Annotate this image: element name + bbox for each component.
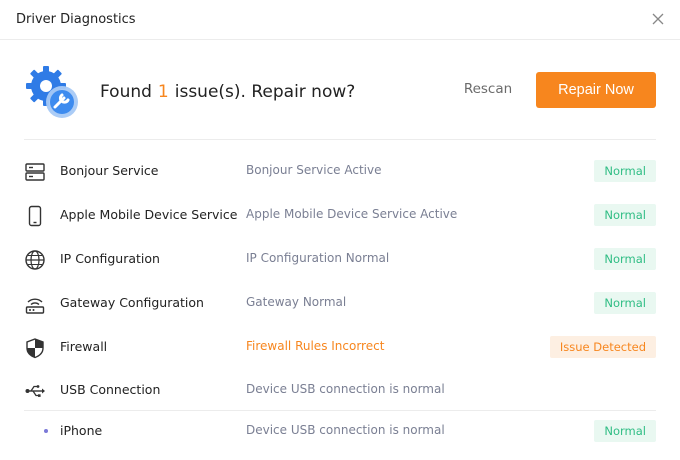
list-item-usb-connection: USB Connection Device USB connection is … bbox=[0, 368, 680, 412]
status-badge: Normal bbox=[594, 292, 656, 314]
title-bar: Driver Diagnostics bbox=[0, 0, 680, 40]
summary-header: Found 1 issue(s). Repair now? Rescan Repai… bbox=[0, 40, 680, 140]
item-name: Bonjour Service bbox=[60, 163, 159, 178]
shield-icon bbox=[26, 338, 44, 359]
item-description: IP Configuration Normal bbox=[246, 251, 390, 265]
status-badge-issue: Issue Detected bbox=[549, 336, 656, 358]
status-badge: Normal bbox=[594, 204, 656, 226]
gear-wrench-icon bbox=[26, 66, 78, 118]
item-description: Gateway Normal bbox=[246, 295, 347, 309]
mobile-phone-icon bbox=[28, 205, 42, 227]
item-name: Apple Mobile Device Service bbox=[60, 207, 238, 222]
status-badge: Normal bbox=[594, 160, 656, 182]
headline-suffix: issue(s). Repair now? bbox=[174, 82, 356, 102]
item-description: Device USB connection is normal bbox=[246, 423, 445, 437]
repair-now-button[interactable]: Repair Now bbox=[536, 72, 656, 108]
item-name: Firewall bbox=[60, 339, 108, 354]
item-description: Bonjour Service Active bbox=[246, 163, 382, 177]
item-name: USB Connection bbox=[60, 382, 161, 397]
list-item-ip-configuration: IP Configuration IP Configuration Normal… bbox=[0, 237, 680, 281]
list-item-apple-mobile-device-service: Apple Mobile Device Service Apple Mobile… bbox=[0, 193, 680, 237]
item-name: Gateway Configuration bbox=[60, 295, 204, 310]
globe-icon bbox=[25, 250, 45, 270]
header-divider bbox=[24, 139, 656, 140]
list-item-firewall: Firewall Firewall Rules Incorrect Issue … bbox=[0, 325, 680, 369]
window-title: Driver Diagnostics bbox=[16, 12, 136, 27]
item-description: Firewall Rules Incorrect bbox=[246, 339, 385, 353]
summary-headline: Found 1 issue(s). Repair now? bbox=[100, 82, 355, 102]
item-description: Device USB connection is normal bbox=[246, 382, 445, 396]
driver-diagnostics-window: Driver Diagnostics Found 1 issue(s). Repai… bbox=[0, 0, 680, 460]
usb-icon bbox=[25, 385, 45, 397]
item-name: iPhone bbox=[60, 423, 103, 438]
router-icon bbox=[25, 298, 45, 314]
server-icon bbox=[25, 163, 45, 181]
item-description: Apple Mobile Device Service Active bbox=[246, 207, 458, 221]
list-item-bonjour-service: Bonjour Service Bonjour Service Active N… bbox=[0, 149, 680, 193]
close-icon[interactable] bbox=[650, 11, 666, 27]
list-item-gateway-configuration: Gateway Configuration Gateway Normal Nor… bbox=[0, 281, 680, 325]
status-badge: Normal bbox=[594, 248, 656, 270]
headline-prefix: Found bbox=[100, 82, 152, 102]
item-name: IP Configuration bbox=[60, 251, 160, 266]
status-badge: Normal bbox=[594, 420, 656, 442]
bullet-icon bbox=[44, 429, 48, 433]
issue-count: 1 bbox=[157, 82, 169, 102]
rescan-button[interactable]: Rescan bbox=[452, 81, 524, 97]
list-item-iphone: iPhone Device USB connection is normal N… bbox=[0, 409, 680, 453]
